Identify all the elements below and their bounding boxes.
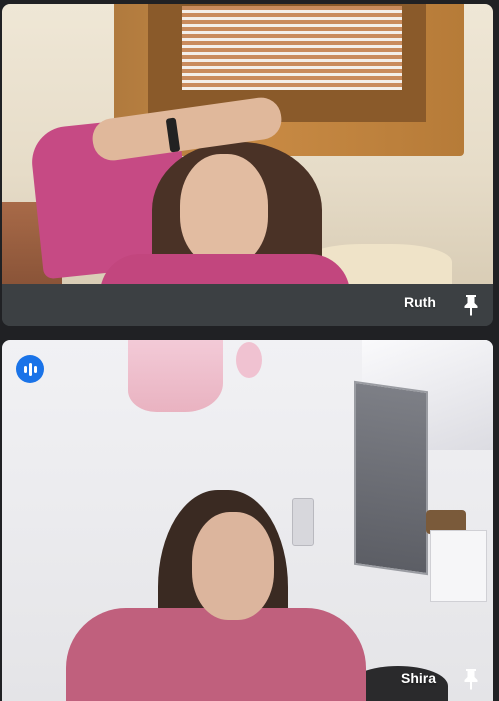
photo-collage (354, 380, 428, 576)
wall-outlet (292, 498, 314, 546)
wall-sticker (128, 340, 223, 412)
participant-tile-ruth[interactable]: Ruth (2, 4, 493, 326)
participant-name: Ruth (404, 294, 436, 310)
participant-video-ruth (2, 4, 493, 294)
participant-name: Shira (401, 670, 437, 686)
participant-tile-shira[interactable]: Shira (2, 340, 493, 701)
wall-sticker (236, 342, 262, 378)
pin-icon[interactable] (462, 294, 480, 316)
audio-level-icon (16, 355, 44, 383)
window-blinds (182, 6, 402, 90)
cabinet (430, 530, 487, 602)
pin-icon[interactable] (462, 668, 480, 690)
participant-video-shira (2, 340, 493, 701)
